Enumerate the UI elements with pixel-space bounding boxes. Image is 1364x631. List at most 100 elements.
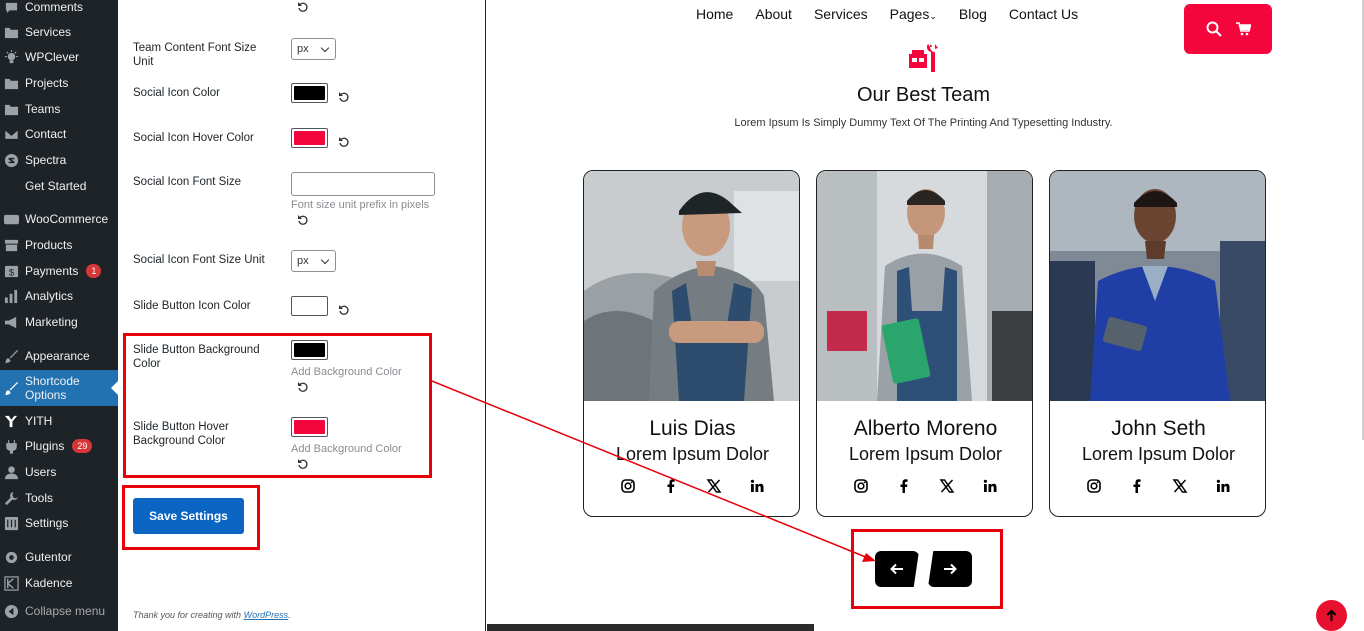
instagram-icon[interactable] [620, 478, 636, 494]
reset-icon[interactable] [338, 136, 350, 148]
nav-blog[interactable]: Blog [959, 6, 987, 22]
x-icon[interactable] [939, 478, 955, 494]
mechanic-logo-icon [909, 44, 938, 72]
social-icon-font-size-input[interactable] [291, 172, 435, 196]
browser-status-bar [487, 624, 814, 631]
slide-button-hover-bg-color-swatch[interactable] [291, 417, 328, 437]
nav-contact-us[interactable]: Contact Us [1009, 6, 1078, 22]
sidebar-item-contact[interactable]: Contact [0, 122, 118, 146]
sidebar-item-plugins[interactable]: Plugins 29 [0, 434, 118, 458]
sidebar-item-users[interactable]: Users [0, 460, 118, 484]
social-icon-font-size-help: Font size unit prefix in pixels [291, 199, 430, 211]
sidebar-item-wpclever[interactable]: WPClever [0, 45, 118, 69]
admin-sidebar: Comments Services WPClever Projects Team… [0, 0, 118, 631]
linkedin-icon[interactable] [982, 478, 998, 494]
svg-text:$: $ [9, 267, 15, 277]
reset-icon[interactable] [338, 91, 350, 103]
slide-next-button[interactable] [928, 551, 972, 587]
sidebar-item-products[interactable]: Products [0, 233, 118, 257]
comments-icon [5, 2, 18, 13]
dollar-icon: $ [4, 265, 19, 277]
header-actions [1184, 4, 1272, 54]
sidebar-collapse-menu[interactable]: Collapse menu [0, 599, 118, 623]
sidebar-item-analytics[interactable]: Analytics [0, 284, 118, 308]
chevron-down-icon: ⌄ [929, 11, 937, 21]
mail-icon [4, 128, 19, 140]
sidebar-item-marketing[interactable]: Marketing [0, 310, 118, 334]
nav-pages[interactable]: Pages⌄ [890, 6, 937, 22]
section-subtitle: Lorem Ipsum Is Simply Dummy Text Of The … [734, 117, 1113, 129]
sidebar-item-spectra[interactable]: Spectra [0, 148, 118, 172]
team-member-name: John Seth [1111, 417, 1206, 440]
facebook-icon[interactable] [896, 478, 912, 494]
sidebar-item-tools[interactable]: Tools [0, 486, 118, 510]
instagram-icon[interactable] [853, 478, 869, 494]
sidebar-item-yith[interactable]: YITH [0, 409, 118, 433]
team-member-photo [817, 171, 1032, 401]
arrow-right-icon [944, 563, 957, 575]
payments-count-badge: 1 [86, 264, 102, 278]
social-links [1050, 478, 1265, 494]
slide-button-hover-bg-color-label: Slide Button Hover Background Color [133, 421, 229, 447]
slide-prev-button[interactable] [875, 551, 919, 587]
site-preview: Home About Services Pages⌄ Blog Contact … [487, 0, 1364, 631]
color-swatch-fill [294, 420, 325, 434]
linkedin-icon[interactable] [1215, 478, 1231, 494]
slide-button-bg-color-swatch[interactable] [291, 340, 328, 360]
team-member-photo [584, 171, 799, 401]
x-icon[interactable] [1172, 478, 1188, 494]
facebook-icon[interactable] [1129, 478, 1145, 494]
sliders-icon [4, 516, 19, 530]
linkedin-icon[interactable] [749, 478, 765, 494]
kadence-icon [4, 575, 19, 591]
social-icon-color-swatch[interactable] [291, 83, 328, 103]
social-icon-hover-color-swatch[interactable] [291, 128, 328, 148]
color-swatch-fill [294, 86, 325, 100]
sidebar-item-settings[interactable]: Settings [0, 511, 118, 535]
save-settings-button[interactable]: Save Settings [133, 498, 244, 534]
sidebar-item-comments[interactable]: Comments [0, 0, 118, 19]
megaphone-icon [4, 316, 17, 328]
collapse-icon [4, 604, 19, 618]
reset-icon[interactable] [297, 214, 309, 226]
scroll-to-top-button[interactable] [1316, 600, 1347, 631]
folder-icon [4, 104, 19, 115]
search-icon[interactable] [1206, 21, 1222, 37]
brush-icon [4, 381, 19, 395]
reset-icon[interactable] [297, 458, 309, 470]
slide-button-icon-color-swatch[interactable] [291, 296, 328, 316]
sidebar-item-projects[interactable]: Projects [0, 71, 118, 95]
sidebar-item-gutentor[interactable]: Gutentor [0, 545, 118, 569]
color-swatch-fill [294, 131, 325, 145]
facebook-icon[interactable] [663, 478, 679, 494]
slide-button-bg-color-label: Slide Button Background Color [133, 344, 260, 370]
sidebar-item-teams[interactable]: Teams [0, 97, 118, 121]
section-title: Our Best Team [856, 84, 991, 106]
sidebar-item-services[interactable]: Services [0, 20, 118, 44]
sidebar-item-kadence[interactable]: Kadence [0, 571, 118, 595]
reset-icon[interactable] [297, 381, 309, 393]
team-content-font-size-unit-select[interactable]: px [291, 38, 336, 60]
team-member-name: Luis Dias [649, 417, 736, 440]
instagram-icon[interactable] [1086, 478, 1102, 494]
nav-about[interactable]: About [755, 6, 792, 22]
reset-icon[interactable] [297, 1, 309, 13]
main-nav: Home About Services Pages⌄ Blog Contact … [696, 6, 1078, 22]
sidebar-item-shortcode-options[interactable]: Shortcode Options [0, 370, 118, 406]
nav-home[interactable]: Home [696, 6, 733, 22]
plug-icon [6, 439, 17, 454]
admin-footer-note: Thank you for creating with WordPress. [133, 610, 291, 620]
archive-icon [4, 239, 19, 251]
sidebar-item-get-started[interactable]: Get Started [0, 174, 118, 198]
social-icon-font-size-unit-select[interactable]: px [291, 250, 336, 272]
cart-icon[interactable] [1235, 21, 1252, 37]
sidebar-item-payments[interactable]: $ Payments 1 [0, 259, 118, 283]
gear-icon [5, 551, 18, 563]
wordpress-link[interactable]: WordPress [244, 610, 289, 620]
reset-icon[interactable] [338, 304, 350, 316]
sidebar-item-woocommerce[interactable]: WooCommerce [0, 207, 118, 231]
nav-services[interactable]: Services [814, 6, 868, 22]
sidebar-item-appearance[interactable]: Appearance [0, 344, 118, 368]
social-icon-color-label: Social Icon Color [133, 87, 220, 99]
x-icon[interactable] [706, 478, 722, 494]
